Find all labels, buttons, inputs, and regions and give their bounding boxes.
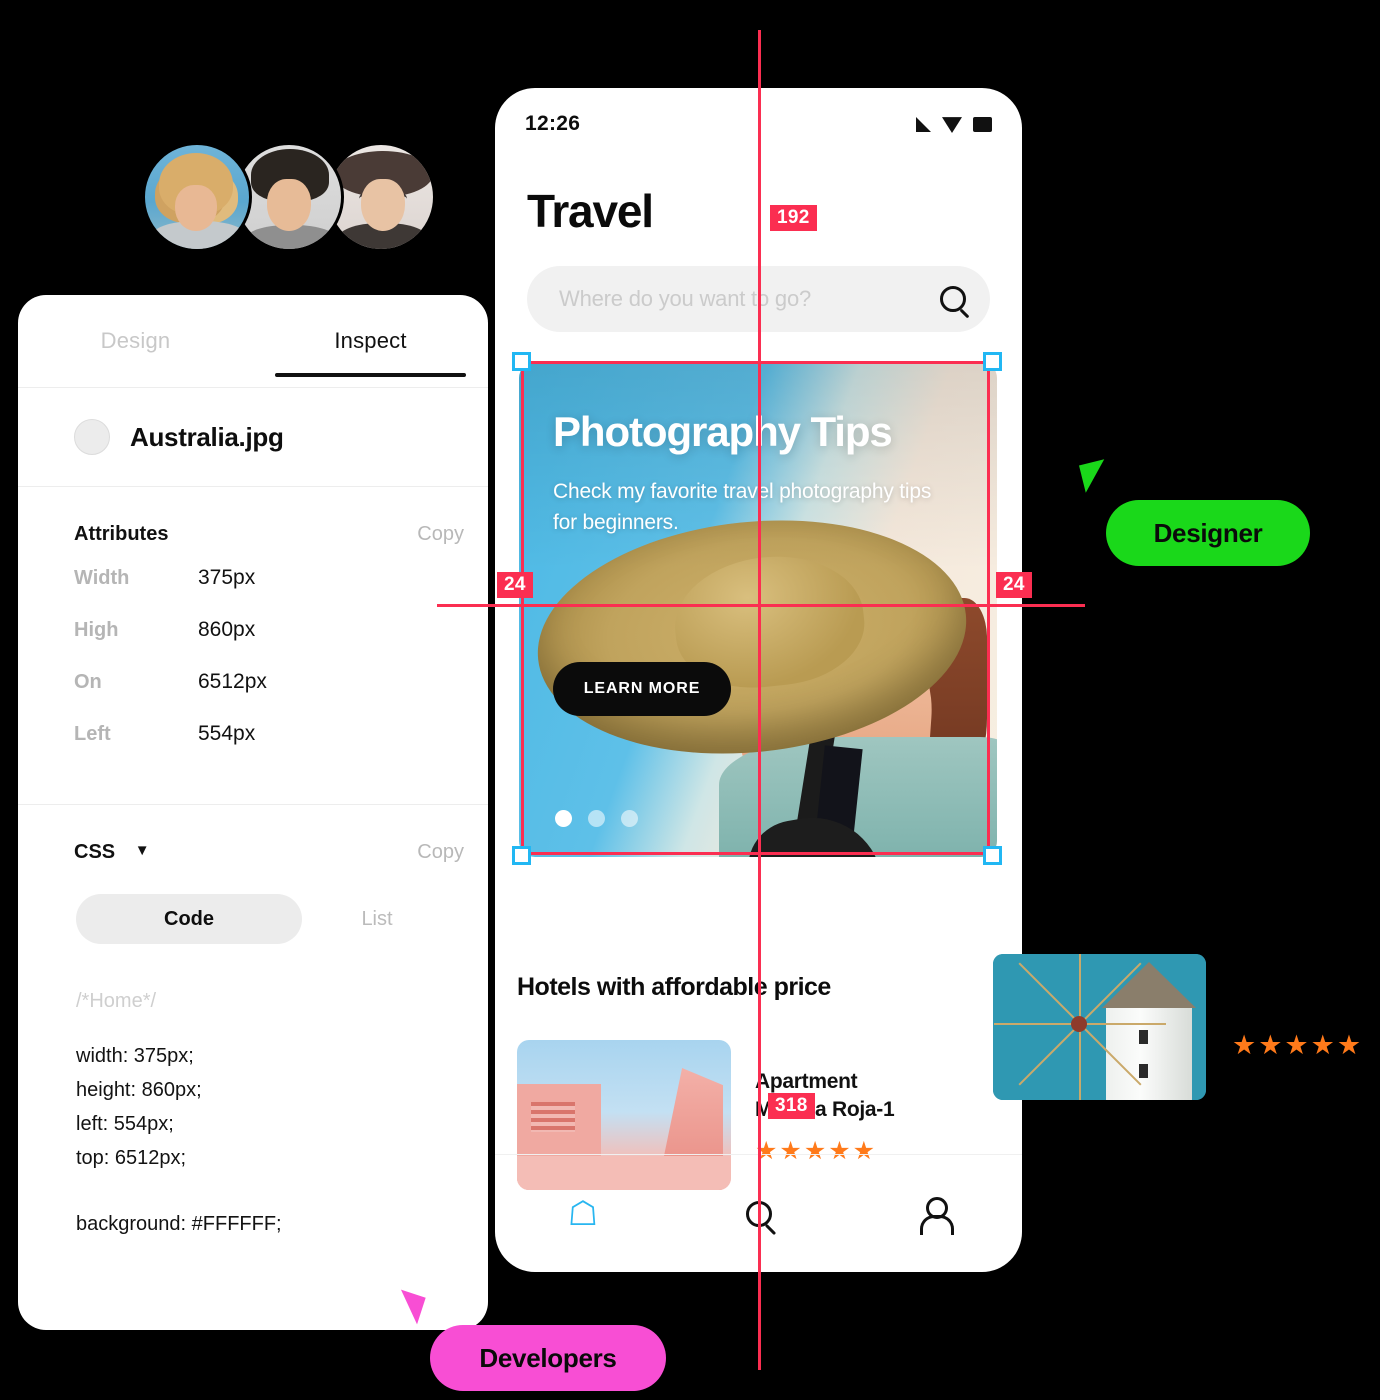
tab-design-label: Design — [100, 328, 171, 353]
battery-icon — [973, 116, 992, 132]
attributes-header: Attributes Copy — [18, 487, 488, 566]
attributes-copy-button[interactable]: Copy — [417, 523, 464, 546]
css-view-toggle: Code List — [76, 894, 456, 944]
css-comment: /*Home*/ — [76, 990, 157, 1012]
home-icon: ☖ — [567, 1194, 599, 1233]
hotel-name-line1: Apartment — [755, 1070, 858, 1093]
windmill-photo-card — [993, 954, 1206, 1100]
attribute-value: 554px — [198, 722, 256, 745]
user-icon — [919, 1196, 955, 1235]
css-line: width: 375px; — [76, 1045, 194, 1067]
tab-inspect-label: Inspect — [334, 328, 407, 353]
file-row[interactable]: Australia.jpg — [18, 388, 488, 486]
attribute-row: On 6512px — [74, 670, 488, 722]
windmill-sail — [994, 1023, 1080, 1025]
tabbar-item-home[interactable]: ☖ — [495, 1197, 671, 1231]
search-input[interactable]: Where do you want to go? — [559, 286, 940, 312]
windmill-tower — [1106, 1004, 1192, 1100]
tab-design[interactable]: Design — [18, 295, 253, 387]
inspector-tabs: Design Inspect — [18, 295, 488, 387]
css-line: top: 6512px; — [76, 1147, 187, 1169]
collaborator-avatars — [142, 142, 436, 252]
attribute-value: 6512px — [198, 670, 267, 693]
windmill-sail — [1079, 954, 1081, 1024]
measurement-badge-318: 318 — [768, 1093, 815, 1119]
avatar-woman-curly-hair[interactable] — [142, 142, 252, 252]
attribute-value: 375px — [198, 566, 256, 589]
selection-handle-bottom-right[interactable] — [983, 846, 1002, 865]
css-header: CSS ▼ Copy — [18, 805, 488, 884]
cursor-label-designer: Designer — [1106, 500, 1310, 566]
status-icons — [916, 115, 992, 133]
chevron-down-icon[interactable]: ▼ — [135, 842, 150, 859]
attribute-key: On — [74, 671, 102, 693]
file-name: Australia.jpg — [130, 421, 284, 452]
css-code-block: /*Home*/ width: 375px; height: 860px; le… — [18, 944, 488, 1241]
attribute-value: 860px — [198, 618, 256, 641]
signal-icon — [916, 116, 931, 132]
search-icon[interactable] — [940, 286, 966, 312]
css-line: height: 860px; — [76, 1079, 202, 1101]
css-copy-button[interactable]: Copy — [417, 841, 464, 864]
css-title: CSS ▼ — [74, 841, 150, 864]
css-view-code-button[interactable]: Code — [76, 894, 302, 944]
measurement-badge-24-right: 24 — [996, 572, 1032, 598]
attributes-title: Attributes — [74, 523, 169, 545]
css-view-list-button[interactable]: List — [302, 894, 452, 944]
windmill-sail — [1079, 1024, 1081, 1100]
attribute-key: High — [74, 619, 119, 641]
windmill-window — [1139, 1030, 1148, 1044]
measurement-badge-24-left: 24 — [497, 572, 533, 598]
css-line: left: 554px; — [76, 1113, 174, 1135]
selection-handle-top-right[interactable] — [983, 352, 1002, 371]
measurement-badge-192: 192 — [770, 205, 817, 231]
tabbar-item-profile[interactable] — [846, 1196, 1022, 1235]
windmill-window — [1139, 1064, 1148, 1078]
attribute-row: Left 554px — [74, 722, 488, 774]
cursor-designer-icon — [1078, 459, 1112, 493]
windmill-hub — [1071, 1016, 1087, 1032]
canvas: Design Inspect Australia.jpg Attributes … — [0, 0, 1380, 1400]
css-background-line: background: #FFFFFF; — [76, 1213, 282, 1235]
wifi-icon — [942, 117, 962, 133]
selection-handle-top-left[interactable] — [512, 352, 531, 371]
windmill-sail — [1080, 1023, 1166, 1025]
tab-inspect[interactable]: Inspect — [253, 295, 488, 387]
attribute-key: Width — [74, 567, 130, 589]
hotels-section-title: Hotels with affordable price — [517, 973, 831, 1001]
cursor-label-developers: Developers — [430, 1325, 666, 1391]
attributes-list: Width 375px High 860px On 6512px Left 55… — [18, 566, 488, 804]
attribute-key: Left — [74, 723, 111, 745]
inspector-panel: Design Inspect Australia.jpg Attributes … — [18, 295, 488, 1330]
floating-rating-stars: ★★★★★ — [1232, 1030, 1364, 1060]
file-thumbnail — [74, 419, 110, 455]
css-title-label: CSS — [74, 841, 116, 863]
selection-handle-bottom-left[interactable] — [512, 846, 531, 865]
attribute-row: Width 375px — [74, 566, 488, 618]
status-time: 12:26 — [525, 112, 581, 135]
attribute-row: High 860px — [74, 618, 488, 670]
selection-bounding-box — [521, 361, 990, 855]
